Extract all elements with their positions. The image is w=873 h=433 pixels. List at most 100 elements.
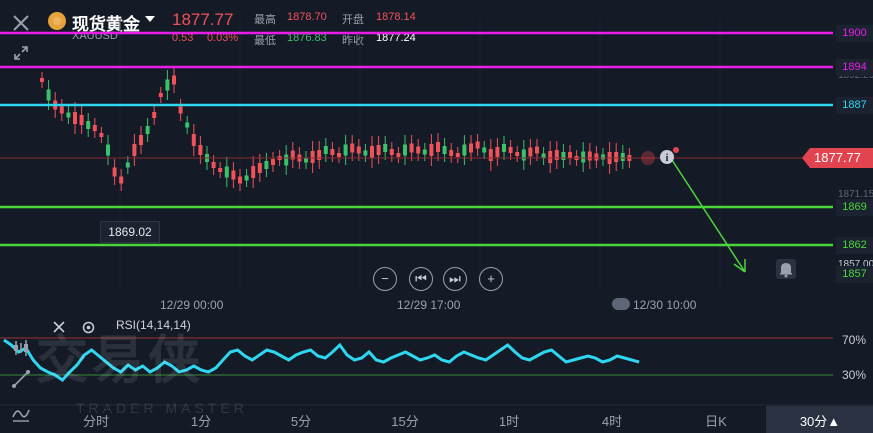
level-tag-1900: 1900 [836, 25, 873, 42]
candle-body [343, 144, 348, 156]
candle-body [145, 126, 150, 134]
next-icon[interactable]: ⏭ [443, 267, 467, 291]
candlestick-tool-icon[interactable] [10, 337, 32, 359]
candle-body [152, 112, 157, 118]
level-tag-1869: 1869 [836, 199, 873, 216]
indicator-icon[interactable] [10, 402, 32, 424]
level-tag-1857: 1857 [836, 266, 873, 283]
candle-body [73, 112, 77, 124]
candle-body [469, 143, 473, 153]
bell-icon[interactable] [776, 259, 796, 279]
tab-30min[interactable]: 30分▲ [790, 411, 850, 430]
candle-body [383, 144, 388, 152]
candle-body [429, 144, 434, 156]
candle-body [449, 150, 454, 156]
candle-body [416, 146, 421, 154]
candle-body [112, 167, 117, 177]
candle-body [370, 146, 374, 158]
level-tag-1862: 1862 [836, 237, 873, 254]
candle-body [191, 134, 196, 146]
candle-body [119, 176, 124, 184]
zoom-out-icon[interactable]: − [373, 267, 397, 291]
tab-daily[interactable]: 日K [700, 411, 732, 430]
candle-body [528, 147, 533, 157]
candle-body [594, 153, 599, 161]
candle-body [165, 79, 170, 91]
rsi-indicator-label[interactable]: RSI(14,14,14) [116, 318, 191, 332]
candle-body [403, 144, 407, 156]
prev-icon[interactable]: ⏮ [409, 267, 433, 291]
current-price-glow [641, 151, 655, 165]
candle-body [218, 168, 223, 172]
candle-body [310, 151, 315, 163]
candle-body [132, 144, 137, 156]
candle-body [396, 153, 401, 157]
candle-body [125, 162, 130, 168]
candle-body [568, 152, 572, 158]
candle-body [86, 121, 91, 129]
candle-body [548, 151, 553, 163]
candle-body [495, 147, 500, 157]
candle-body [46, 89, 51, 101]
candle-body [376, 145, 381, 155]
candle-body [350, 143, 355, 153]
candle-body [436, 142, 440, 152]
settings-icon[interactable] [81, 320, 96, 335]
candle-body [251, 166, 256, 178]
candle-body [601, 154, 605, 160]
candle-body [363, 150, 368, 156]
candle-body [198, 145, 203, 155]
zoom-in-icon[interactable]: + [479, 267, 503, 291]
candle-body [92, 125, 97, 131]
time-label: 12/30 10:00 [633, 298, 697, 312]
rsi-lower-label: 30% [842, 368, 867, 382]
candle-body [521, 149, 526, 161]
candle-body [178, 106, 183, 114]
candle-body [508, 147, 513, 153]
candle-body [40, 78, 44, 82]
candle-body [172, 75, 176, 85]
tab-timeshare[interactable]: 分时 [80, 411, 112, 430]
candle-body [284, 154, 289, 166]
candle-body [244, 175, 249, 181]
tab-1hour[interactable]: 1时 [495, 411, 523, 430]
candle-body [264, 161, 269, 169]
low-marker-label: 1869.02 [100, 221, 160, 243]
tab-5min[interactable]: 5分 [287, 411, 315, 430]
candle-body [271, 159, 275, 165]
candle-body [389, 149, 394, 155]
forecast-arrow [671, 159, 746, 273]
candle-body [99, 133, 104, 137]
candle-body [488, 149, 493, 161]
candle-body [442, 146, 447, 154]
level-tag-1894: 1894 [836, 59, 873, 76]
current-price-tag: 1877.77 [802, 148, 873, 168]
candle-body [475, 141, 480, 149]
candle-body [502, 144, 506, 152]
candle-body [462, 144, 467, 156]
link-icon [612, 298, 630, 310]
tab-4hour[interactable]: 4时 [598, 411, 626, 430]
candle-body [581, 151, 586, 163]
candle-body [224, 166, 229, 178]
candle-body [620, 153, 625, 161]
svg-text:i: i [666, 153, 669, 164]
candle-body [455, 153, 460, 157]
candle-body [330, 149, 335, 155]
forecast-arrowhead [733, 259, 746, 273]
candle-body [515, 152, 520, 156]
tab-1min[interactable]: 1分 [187, 411, 215, 430]
candle-body [482, 147, 487, 153]
candle-body [422, 149, 427, 155]
candle-body [257, 163, 262, 173]
candle-body [614, 152, 619, 162]
tab-15min[interactable]: 15分 [389, 411, 421, 430]
candle-body [211, 162, 216, 168]
draw-line-icon[interactable] [10, 368, 32, 390]
candle-body [59, 106, 64, 114]
candle-body [185, 122, 190, 128]
candle-body [79, 115, 84, 125]
close-icon[interactable] [52, 320, 66, 334]
candle-body [66, 112, 71, 118]
candle-body [561, 152, 566, 160]
